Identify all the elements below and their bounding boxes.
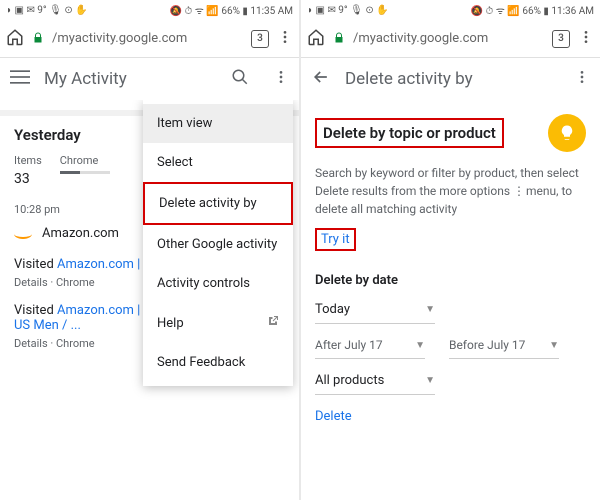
try-it-link[interactable]: Try it bbox=[315, 228, 356, 251]
status-right: 🔕 ⏱ ᯤ 📶 66% ▮ 11:35 AM bbox=[170, 3, 293, 17]
lock-icon bbox=[333, 29, 345, 48]
dots-icon[interactable] bbox=[273, 69, 289, 89]
back-icon[interactable] bbox=[311, 67, 331, 91]
tabs-count[interactable]: 3 bbox=[552, 30, 570, 48]
lock-icon bbox=[32, 29, 44, 48]
app-bar: Delete activity by bbox=[301, 58, 600, 100]
home-icon[interactable] bbox=[6, 28, 24, 50]
content-right: Delete by topic or product Search by key… bbox=[301, 100, 600, 500]
amazon-icon bbox=[14, 229, 32, 239]
status-bar: ◗ ▣ ✉ 9° 🎙 ⊙ ✋ 🔕 ⏱ ᯤ 📶 66% ▮ 11:36 AM bbox=[301, 0, 600, 20]
more-dots-icon: ⋮ bbox=[513, 182, 523, 200]
menu-feedback[interactable]: Send Feedback bbox=[143, 343, 293, 382]
dropdown-products[interactable]: All products▼ bbox=[315, 367, 435, 395]
dropdown-today[interactable]: Today▼ bbox=[315, 296, 435, 324]
url-text[interactable]: /myactivity.google.com bbox=[52, 31, 243, 46]
chevron-down-icon: ▼ bbox=[425, 375, 435, 386]
dots-icon[interactable] bbox=[574, 69, 590, 89]
url-bar: /myactivity.google.com 3 bbox=[301, 20, 600, 58]
delete-by-topic-heading: Delete by topic or product bbox=[315, 118, 504, 148]
url-text[interactable]: /myactivity.google.com bbox=[353, 31, 544, 46]
menu-other-activity[interactable]: Other Google activity bbox=[143, 225, 293, 264]
stat-value: 33 bbox=[14, 171, 42, 187]
stat-items: Items 33 bbox=[14, 154, 42, 187]
chevron-down-icon: ▼ bbox=[415, 340, 425, 351]
search-icon[interactable] bbox=[231, 68, 249, 90]
menu-help[interactable]: Help bbox=[143, 303, 293, 343]
stat-label: Chrome bbox=[60, 154, 110, 167]
dots-icon[interactable] bbox=[277, 29, 293, 49]
status-left: ◗ ▣ ✉ 9° 🎙 ⊙ ✋ bbox=[6, 5, 88, 16]
site-name: Amazon.com bbox=[42, 226, 119, 241]
status-right: 🔕 ⏱ ᯤ 📶 66% ▮ 11:36 AM bbox=[471, 3, 594, 17]
status-left: ◗ ▣ ✉ 9° 🎙 ⊙ ✋ bbox=[307, 5, 389, 16]
home-icon[interactable] bbox=[307, 28, 325, 50]
dropdown-after[interactable]: After July 17▼ bbox=[315, 332, 425, 359]
page-title: My Activity bbox=[44, 69, 217, 89]
menu-select[interactable]: Select bbox=[143, 143, 293, 182]
description: Search by keyword or filter by product, … bbox=[315, 164, 586, 218]
fab-tips[interactable] bbox=[548, 114, 586, 152]
menu-activity-controls[interactable]: Activity controls bbox=[143, 264, 293, 303]
dropdown-before[interactable]: Before July 17▼ bbox=[449, 332, 559, 359]
stat-label: Items bbox=[14, 154, 42, 167]
dots-icon[interactable] bbox=[578, 29, 594, 49]
visit-prefix: Visited bbox=[14, 303, 57, 318]
external-icon bbox=[267, 315, 279, 331]
phone-right: ◗ ▣ ✉ 9° 🎙 ⊙ ✋ 🔕 ⏱ ᯤ 📶 66% ▮ 11:36 AM /m… bbox=[301, 0, 600, 500]
stat-bar bbox=[60, 171, 110, 174]
phone-left: ◗ ▣ ✉ 9° 🎙 ⊙ ✋ 🔕 ⏱ ᯤ 📶 66% ▮ 11:35 AM /m… bbox=[0, 0, 299, 500]
url-bar: /myactivity.google.com 3 bbox=[0, 20, 299, 58]
tabs-count[interactable]: 3 bbox=[251, 30, 269, 48]
delete-by-date-heading: Delete by date bbox=[315, 273, 586, 288]
chevron-down-icon: ▼ bbox=[425, 304, 435, 315]
menu-delete-activity-by[interactable]: Delete activity by bbox=[143, 182, 293, 225]
status-bar: ◗ ▣ ✉ 9° 🎙 ⊙ ✋ 🔕 ⏱ ᯤ 📶 66% ▮ 11:35 AM bbox=[0, 0, 299, 20]
menu-item-view[interactable]: Item view bbox=[143, 104, 293, 143]
app-bar: My Activity bbox=[0, 58, 299, 100]
overflow-menu: Item view Select Delete activity by Othe… bbox=[143, 100, 293, 386]
delete-link[interactable]: Delete bbox=[315, 409, 352, 424]
stat-chrome: Chrome bbox=[60, 154, 110, 174]
page-title: Delete activity by bbox=[345, 69, 560, 89]
chevron-down-icon: ▼ bbox=[549, 340, 559, 351]
menu-icon[interactable] bbox=[10, 67, 30, 91]
visit-prefix: Visited bbox=[14, 257, 57, 272]
content-left: Yesterday Items 33 Chrome 10:28 pm Amazo… bbox=[0, 100, 299, 500]
